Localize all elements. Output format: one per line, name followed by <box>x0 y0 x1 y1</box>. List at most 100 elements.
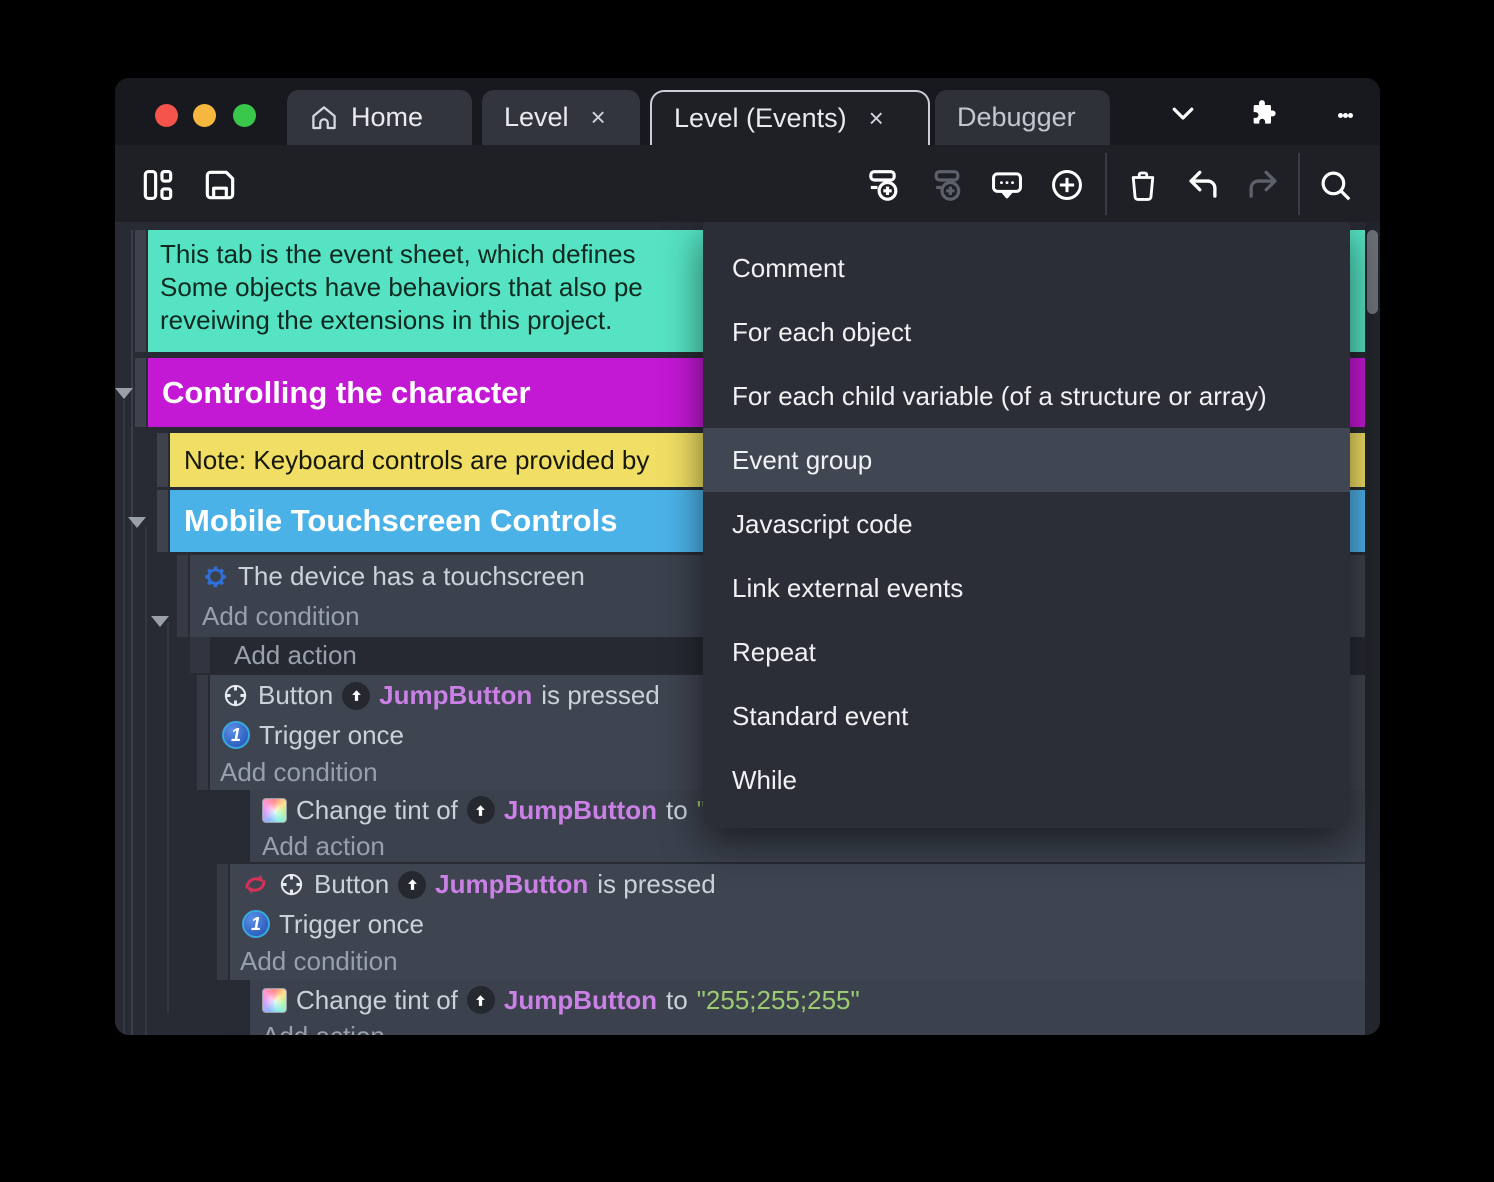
tab-level-events[interactable]: Level (Events) × <box>650 90 930 145</box>
sheet-scrollbar-thumb[interactable] <box>1367 230 1378 314</box>
save-icon <box>201 166 239 209</box>
toolbar-divider <box>1298 153 1300 215</box>
add-condition-link[interactable]: Add condition <box>220 757 378 788</box>
object-thumbnail-icon <box>466 986 495 1014</box>
redo-icon <box>1244 166 1282 209</box>
home-icon <box>309 103 339 133</box>
redo-button[interactable] <box>1243 167 1283 207</box>
chevron-down-icon <box>1168 98 1198 133</box>
tab-debugger-label: Debugger <box>957 102 1076 132</box>
object-thumbnail-icon <box>398 870 427 899</box>
condition-text: Button <box>258 680 334 710</box>
delete-button[interactable] <box>1123 167 1163 207</box>
extensions-button[interactable] <box>1246 98 1280 132</box>
save-button[interactable] <box>200 167 240 207</box>
condition-text: Button <box>314 869 390 899</box>
menu-item-javascript-code[interactable]: Javascript code <box>703 492 1350 556</box>
menu-item-for-each-object[interactable]: For each object <box>703 300 1350 364</box>
add-subevent-button[interactable] <box>927 167 967 207</box>
action-to: to <box>665 794 688 825</box>
collapse-arrow-icon[interactable] <box>128 517 146 528</box>
action-text: Change tint of <box>296 794 458 825</box>
tab-level-close-icon[interactable]: × <box>591 102 606 133</box>
tint-color-icon <box>262 797 287 823</box>
plus-circle-icon <box>1048 166 1086 209</box>
menu-item-comment[interactable]: Comment <box>703 236 1350 300</box>
event-drag-handle[interactable] <box>157 490 168 552</box>
tab-home[interactable]: Home <box>287 90 472 145</box>
add-condition-link[interactable]: Add condition <box>240 946 398 977</box>
event-jumpbutton-2[interactable]: Button JumpButton is pressed 1 Trigger o… <box>230 864 1365 980</box>
tab-level-events-label: Level (Events) <box>674 103 847 133</box>
add-condition-link[interactable]: Add condition <box>202 601 360 632</box>
tint-color-icon <box>262 987 287 1013</box>
condition-suffix: is pressed <box>597 869 716 899</box>
choose-add-button[interactable] <box>1047 167 1087 207</box>
undo-button[interactable] <box>1183 167 1223 207</box>
object-name: JumpButton <box>503 794 657 825</box>
search-button[interactable] <box>1315 167 1355 207</box>
collapse-arrow-icon[interactable] <box>151 616 169 627</box>
event-drag-handle[interactable] <box>135 230 146 352</box>
toggle-panels-button[interactable] <box>138 167 178 207</box>
indent-guide <box>131 230 133 1035</box>
trash-icon <box>1125 167 1161 208</box>
tab-debugger[interactable]: Debugger <box>935 90 1110 145</box>
traffic-minimize-button[interactable] <box>193 104 216 127</box>
event-drag-handle[interactable] <box>197 675 208 790</box>
tab-home-label: Home <box>351 102 424 132</box>
search-icon <box>1316 166 1354 209</box>
object-name: JumpButton <box>435 869 589 899</box>
toolbar <box>115 145 1380 285</box>
menu-item-repeat[interactable]: Repeat <box>703 620 1350 684</box>
event-drag-handle[interactable] <box>157 433 168 487</box>
collapse-arrow-icon[interactable] <box>115 388 133 399</box>
event-filler <box>210 790 250 862</box>
tab-level[interactable]: Level × <box>482 90 640 145</box>
puzzle-icon <box>1247 97 1279 134</box>
menu-item-standard-event[interactable]: Standard event <box>703 684 1350 748</box>
add-event-icon <box>865 165 905 210</box>
indent-guide <box>145 527 147 1035</box>
menu-item-event-group[interactable]: Event group <box>703 428 1350 492</box>
event-drag-handle[interactable] <box>135 358 146 427</box>
object-name: JumpButton <box>379 680 533 710</box>
object-thumbnail-icon <box>466 796 495 824</box>
event-filler <box>190 637 210 673</box>
invert-condition-icon <box>242 871 269 898</box>
tab-level-events-close-icon[interactable]: × <box>869 103 884 134</box>
panels-icon <box>139 166 177 209</box>
tab-overflow-button[interactable] <box>1166 98 1200 132</box>
menu-item-link-external-events[interactable]: Link external events <box>703 556 1350 620</box>
event-drag-handle[interactable] <box>177 555 188 637</box>
add-action-link[interactable]: Add action <box>262 831 385 862</box>
trigger-once-icon: 1 <box>222 721 250 749</box>
indent-guide <box>167 622 169 1012</box>
trigger-once-icon: 1 <box>242 910 270 938</box>
condition-text: The device has a touchscreen <box>238 560 585 591</box>
action-value: "255;255;255" <box>696 984 860 1015</box>
add-comment-button[interactable] <box>987 167 1027 207</box>
event-drag-handle[interactable] <box>217 864 228 980</box>
trigger-once-text: Trigger once <box>259 719 404 750</box>
app-window: Home Level × Level (Events) × Debugger T… <box>115 78 1380 1035</box>
event-sheet: This tab is the event sheet, which defin… <box>115 222 1380 1035</box>
toolbar-divider <box>1105 153 1107 215</box>
traffic-close-button[interactable] <box>155 104 178 127</box>
add-action-link[interactable]: Add action <box>234 640 357 671</box>
kebab-icon <box>1337 112 1343 118</box>
add-action-link[interactable]: Add action <box>262 1021 385 1036</box>
menu-item-while[interactable]: While <box>703 748 1350 812</box>
menu-item-for-each-child-variable[interactable]: For each child variable (of a structure … <box>703 364 1350 428</box>
add-event-button[interactable] <box>865 167 905 207</box>
action-change-tint-2[interactable]: Change tint of JumpButton to "255;255;25… <box>250 980 1365 1035</box>
object-thumbnail-icon <box>342 681 371 710</box>
condition-suffix: is pressed <box>541 680 660 710</box>
traffic-zoom-button[interactable] <box>233 104 256 127</box>
sheet-scrollbar[interactable] <box>1365 222 1380 1035</box>
add-event-context-menu: Comment For each object For each child v… <box>703 222 1350 828</box>
desktop-background: Home Level × Level (Events) × Debugger T… <box>0 0 1494 1182</box>
object-name: JumpButton <box>503 984 657 1015</box>
gear-condition-icon <box>202 563 229 590</box>
more-menu-button[interactable] <box>1328 98 1362 132</box>
